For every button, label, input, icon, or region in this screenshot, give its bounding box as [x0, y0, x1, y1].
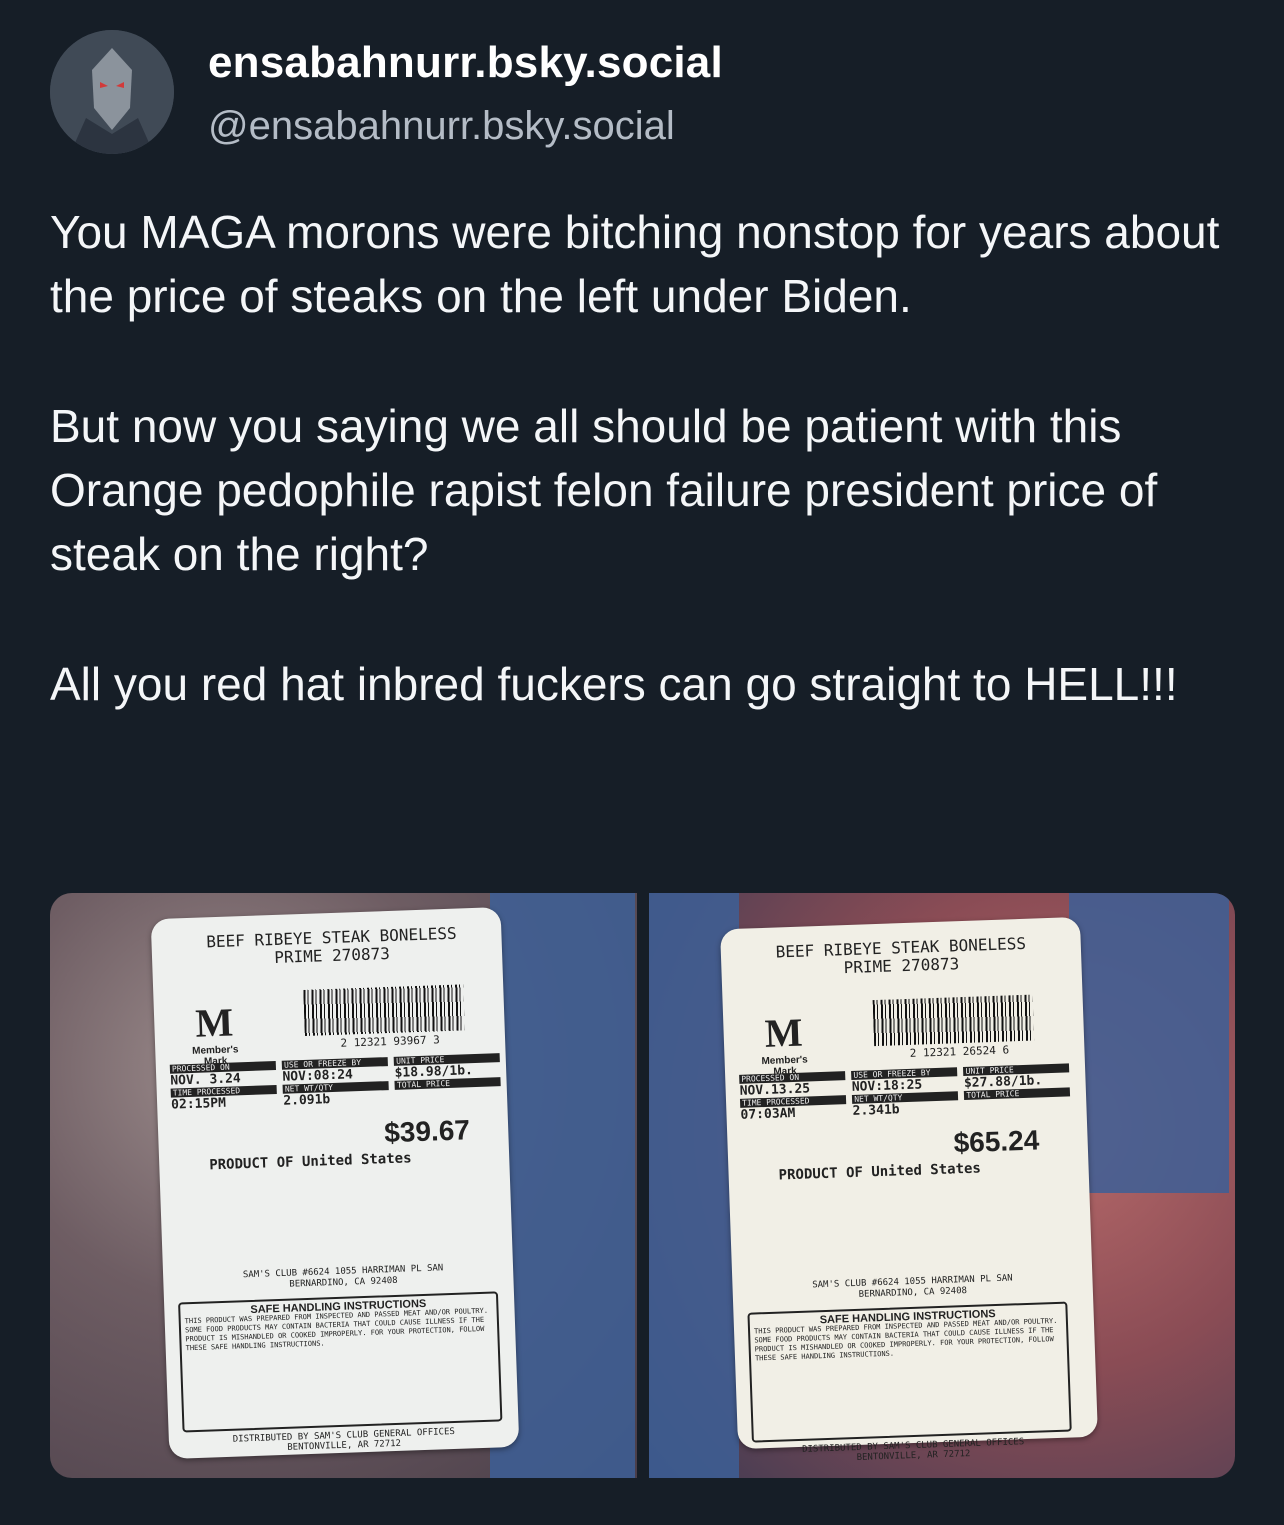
avatar-image [50, 30, 174, 154]
label-fields: PROCESSED ON NOV.13.25 TIME PROCESSED 07… [738, 1063, 1070, 1123]
net-weight: 2.091b [283, 1092, 331, 1109]
post-paragraph: All you red hat inbred fuckers can go st… [50, 658, 1178, 710]
store-address: SAM'S CLUB #6624 1055 HARRIMAN PL SAN BE… [811, 1273, 1013, 1300]
brand-logo-mark: M [194, 999, 234, 1046]
distributor: DISTRIBUTED BY SAM'S CLUB GENERAL OFFICE… [801, 1437, 1024, 1463]
total-price: $39.67 [383, 1114, 471, 1149]
barcode [303, 984, 465, 1036]
display-name[interactable]: ensabahnurr.bsky.social [208, 38, 723, 88]
safe-handling-box: SAFE HANDLING INSTRUCTIONS THIS PRODUCT … [178, 1291, 503, 1433]
net-weight: 2.341b [851, 1102, 900, 1119]
distributor: DISTRIBUTED BY SAM'S CLUB GENERAL OFFICE… [232, 1426, 456, 1453]
safe-handling-box: SAFE HANDLING INSTRUCTIONS THIS PRODUCT … [746, 1301, 1072, 1443]
brand-logo: M Member's Mark [184, 999, 246, 1068]
price-label-right: BEEF RIBEYE STEAK BONELESS PRIME 270873 … [719, 916, 1098, 1463]
time-processed: 02:15PM [170, 1095, 227, 1113]
store-address: SAM'S CLUB #6624 1055 HARRIMAN PL SAN BE… [242, 1263, 444, 1290]
post-paragraph: You MAGA morons were bitching nonstop fo… [50, 206, 1220, 322]
post-paragraph: But now you saying we all should be pati… [50, 400, 1158, 580]
user-handle[interactable]: @ensabahnurr.bsky.social [208, 104, 675, 149]
brand-logo-mark: M [763, 1009, 803, 1056]
label-fields: PROCESSED ON NOV. 3.24 TIME PROCESSED 02… [169, 1053, 501, 1113]
price-label-left: BEEF RIBEYE STEAK BONELESS PRIME 270873 … [150, 907, 520, 1459]
avatar[interactable] [50, 30, 174, 154]
time-processed: 07:03AM [739, 1105, 796, 1123]
origin: PRODUCT OF United States [777, 1160, 981, 1184]
label-title: BEEF RIBEYE STEAK BONELESS PRIME 270873 [171, 923, 492, 970]
origin: PRODUCT OF United States [209, 1150, 412, 1174]
tray-shape [1068, 893, 1229, 1193]
barcode [872, 994, 1034, 1047]
photo-right[interactable]: BEEF RIBEYE STEAK BONELESS PRIME 270873 … [648, 893, 1235, 1478]
post-body: You MAGA morons were bitching nonstop fo… [50, 200, 1250, 716]
post-media: BEEF RIBEYE STEAK BONELESS PRIME 270873 … [50, 893, 1235, 1478]
brand-logo: M Member's Mark [752, 1010, 814, 1078]
photo-left[interactable]: BEEF RIBEYE STEAK BONELESS PRIME 270873 … [50, 893, 637, 1478]
label-title: BEEF RIBEYE STEAK BONELESS PRIME 270873 [740, 934, 1061, 981]
total-price: $65.24 [952, 1124, 1040, 1159]
